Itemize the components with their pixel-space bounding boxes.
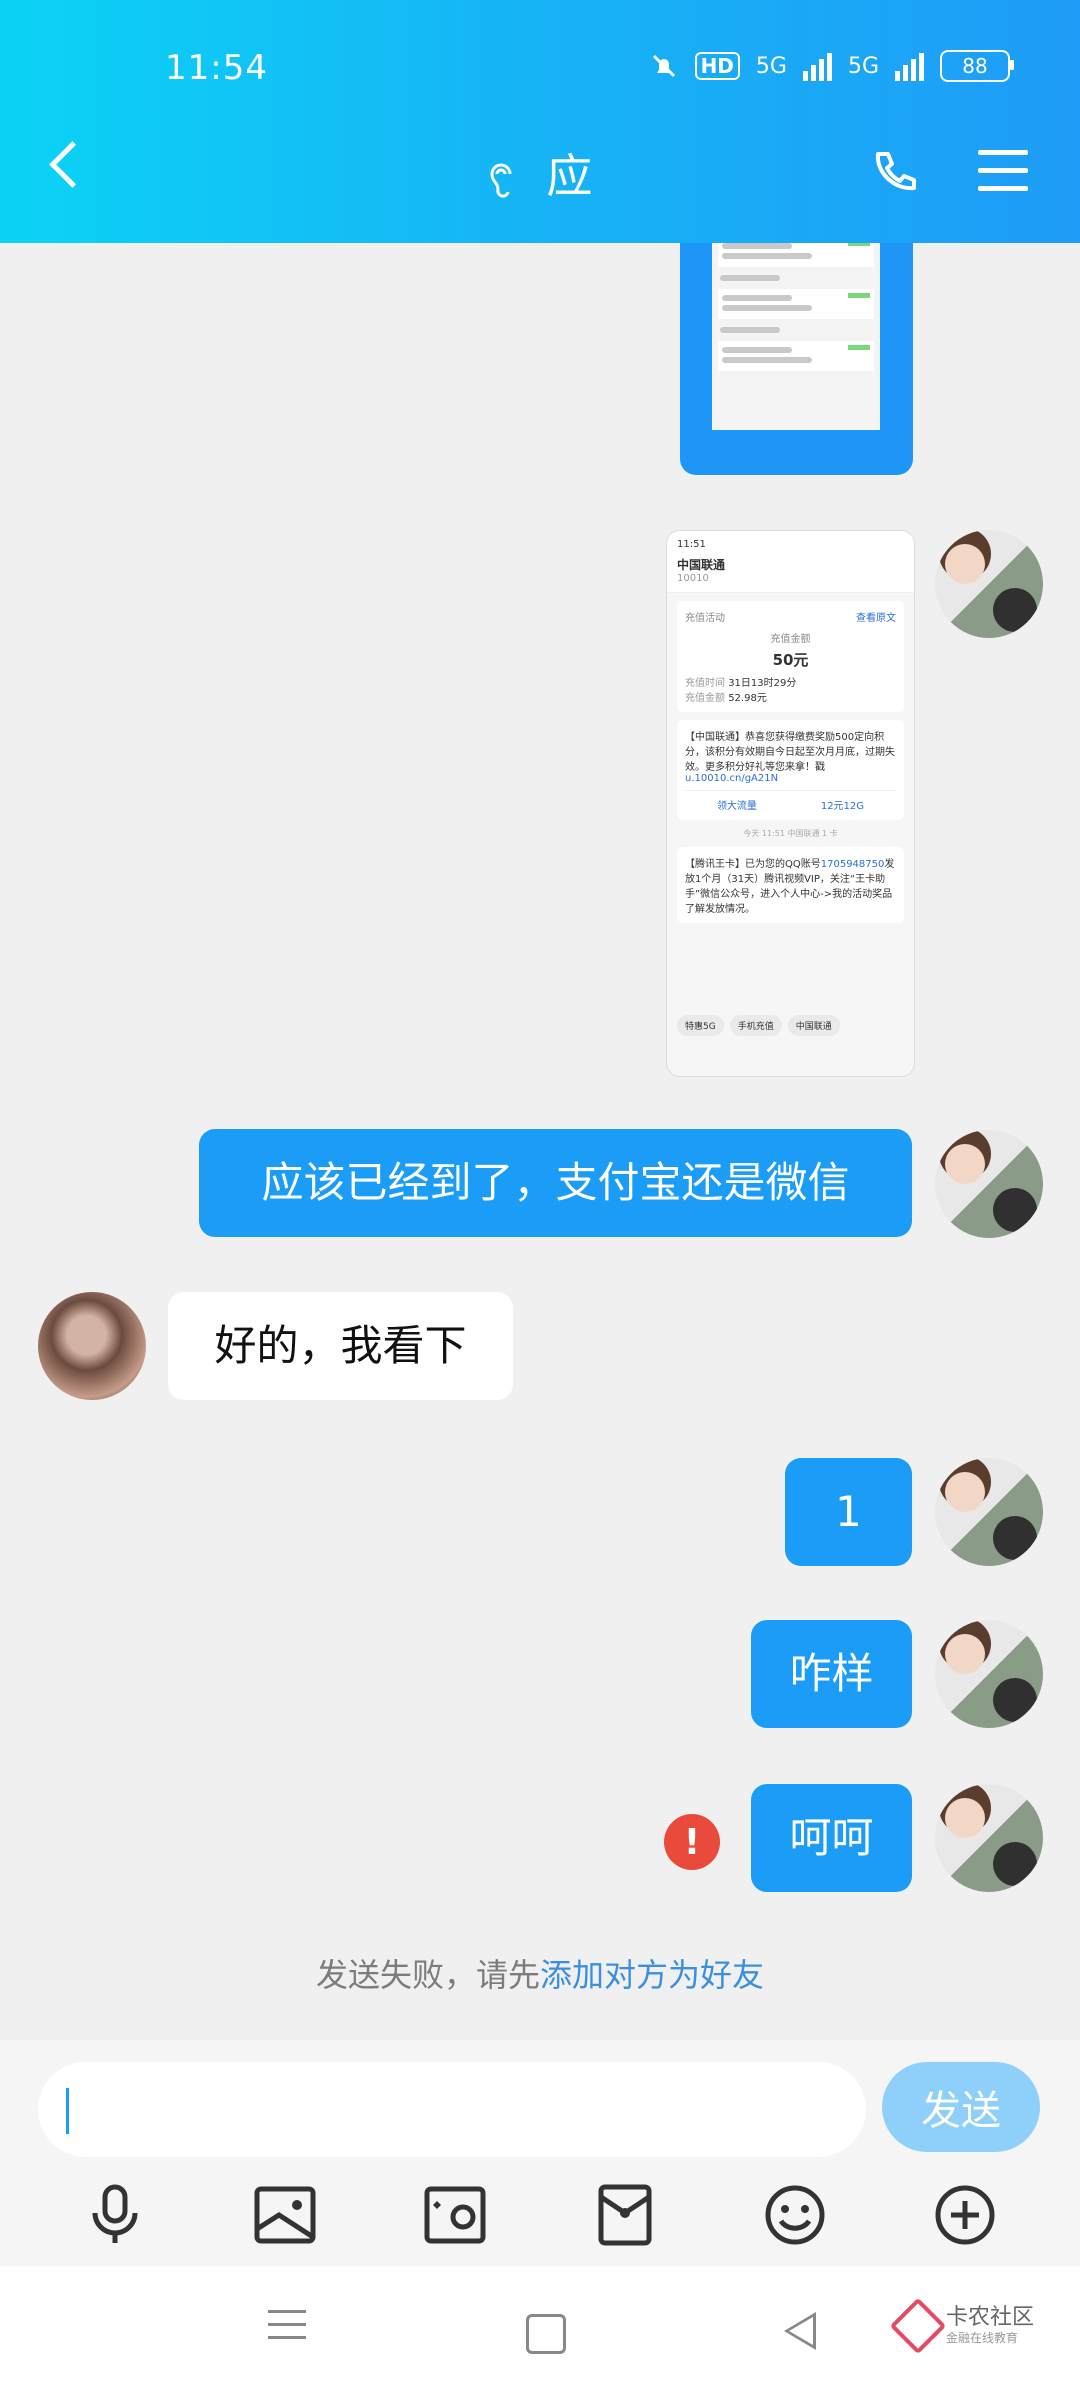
recent-apps-icon[interactable] bbox=[268, 2310, 306, 2349]
message-input[interactable] bbox=[38, 2062, 866, 2157]
nav-back-icon[interactable] bbox=[784, 2312, 816, 2350]
screenshot-btn-1: 领大流量 bbox=[716, 801, 757, 812]
screenshot-header: 11:51 中国联通 10010 bbox=[667, 531, 914, 593]
watermark-subtitle: 金融在线教育 bbox=[946, 2331, 1019, 2346]
error-icon[interactable]: ! bbox=[664, 1814, 720, 1870]
ear-icon bbox=[490, 163, 512, 198]
camera-icon[interactable] bbox=[420, 2180, 490, 2250]
message-bubble-contact[interactable]: 好的，我看下 bbox=[168, 1292, 513, 1400]
network-label-2: 5G bbox=[847, 53, 879, 79]
screenshot-chip-1: 特惠5G bbox=[677, 1015, 724, 1036]
status-time: 11:54 bbox=[165, 48, 268, 88]
home-icon[interactable] bbox=[526, 2314, 566, 2354]
screenshot-sms-2: 【腾讯王卡】已为您的QQ账号1705948750发放1个月（31天）腾讯视频VI… bbox=[677, 847, 904, 923]
screenshot-amount-label: 充值金额 bbox=[770, 634, 811, 645]
screenshot-row2-label: 充值金额 bbox=[685, 693, 725, 704]
system-nav-bar: 卡农社区 金融在线教育 bbox=[0, 2266, 1080, 2400]
hd-badge: HD bbox=[694, 52, 740, 80]
screenshot-sender-number: 10010 bbox=[677, 573, 709, 584]
watermark: 卡农社区 金融在线教育 bbox=[889, 2297, 1035, 2355]
contact-avatar[interactable] bbox=[38, 1292, 146, 1400]
battery-indicator: 88 bbox=[940, 50, 1014, 82]
screenshot-sms2-number: 1705948750 bbox=[820, 859, 885, 870]
my-avatar[interactable] bbox=[935, 1458, 1043, 1566]
screenshot-sender: 中国联通 bbox=[677, 558, 726, 572]
watermark-logo-icon bbox=[889, 2297, 947, 2355]
screenshot-recharge-card: 充值活动 查看原文 充值金额 50元 充值时间 31日13时29分 充值金额 5… bbox=[677, 601, 904, 712]
microphone-icon[interactable] bbox=[80, 2180, 150, 2250]
screenshot-btn-2: 12元12G bbox=[820, 801, 865, 812]
my-avatar[interactable] bbox=[935, 1620, 1043, 1728]
send-button[interactable]: 发送 bbox=[882, 2062, 1040, 2152]
watermark-title: 卡农社区 bbox=[946, 2305, 1035, 2330]
my-avatar[interactable] bbox=[935, 1130, 1043, 1238]
screenshot-chips: 特惠5G 手机充值 中国联通 bbox=[677, 1015, 904, 1036]
my-avatar[interactable] bbox=[935, 1784, 1043, 1892]
signal-icon-2 bbox=[895, 51, 924, 81]
mute-bell-icon bbox=[652, 54, 675, 78]
message-bubble-mine[interactable]: 1 bbox=[785, 1458, 912, 1566]
my-avatar[interactable] bbox=[935, 530, 1043, 638]
screenshot-sms1-text: 【中国联通】恭喜您获得缴费奖励500定向积分，该积分有效期自今日起至次月月底，过… bbox=[685, 732, 895, 773]
screenshot-chip-3: 中国联通 bbox=[787, 1015, 840, 1036]
screenshot-chip-2: 手机充值 bbox=[729, 1015, 782, 1036]
phone-icon[interactable] bbox=[870, 148, 920, 198]
screenshot-row2-value: 52.98元 bbox=[728, 693, 767, 704]
message-bubble-mine-failed[interactable]: 呵呵 bbox=[751, 1784, 912, 1892]
status-icons: HD 5G 5G 88 bbox=[649, 50, 1014, 82]
text-caret bbox=[66, 2088, 69, 2134]
image-message-2[interactable]: 11:51 中国联通 10010 充值活动 查看原文 充值金额 50元 充值时间… bbox=[666, 530, 915, 1077]
input-bar: 发送 bbox=[0, 2040, 1080, 2266]
image-thumbnail bbox=[712, 215, 880, 430]
screenshot-sms1-link: u.10010.cn/gA21N bbox=[685, 773, 779, 784]
message-bubble-mine[interactable]: 应该已经到了，支付宝还是微信 bbox=[199, 1129, 912, 1237]
screenshot-time: 11:51 bbox=[677, 539, 706, 550]
contact-name: 应 bbox=[546, 149, 593, 203]
red-packet-icon[interactable] bbox=[590, 2180, 660, 2250]
emoji-icon[interactable] bbox=[760, 2180, 830, 2250]
screenshot-sms-1: 【中国联通】恭喜您获得缴费奖励500定向积分，该积分有效期自今日起至次月月底，过… bbox=[677, 720, 904, 820]
screenshot-card-tag: 充值活动 bbox=[685, 613, 725, 624]
image-icon[interactable] bbox=[250, 2180, 320, 2250]
screenshot-card-link: 查看原文 bbox=[856, 613, 896, 624]
input-toolbar bbox=[0, 2180, 1080, 2250]
screenshot-sms2-a: 【腾讯王卡】已为您的QQ账号 bbox=[685, 859, 821, 870]
screenshot-divider: 今天 11:51 中国联通 1 卡 bbox=[743, 829, 838, 838]
menu-icon[interactable] bbox=[978, 150, 1028, 204]
screenshot-amount: 50元 bbox=[772, 651, 809, 669]
message-bubble-mine[interactable]: 咋样 bbox=[751, 1620, 912, 1728]
plus-icon[interactable] bbox=[930, 2180, 1000, 2250]
screenshot-row1-value: 31日13时29分 bbox=[728, 678, 797, 689]
network-label-1: 5G bbox=[755, 53, 787, 79]
image-message-1[interactable] bbox=[680, 215, 913, 475]
send-failed-text: 发送失败，请先 bbox=[315, 1956, 540, 1994]
send-failed-notice: 发送失败，请先添加对方为好友 bbox=[0, 1950, 1080, 1996]
add-friend-link[interactable]: 添加对方为好友 bbox=[540, 1956, 764, 1994]
chat-header: 11:54 HD 5G 5G 88 应 bbox=[0, 0, 1080, 243]
signal-icon-1 bbox=[802, 51, 832, 81]
screenshot-row1-label: 充值时间 bbox=[685, 678, 725, 689]
